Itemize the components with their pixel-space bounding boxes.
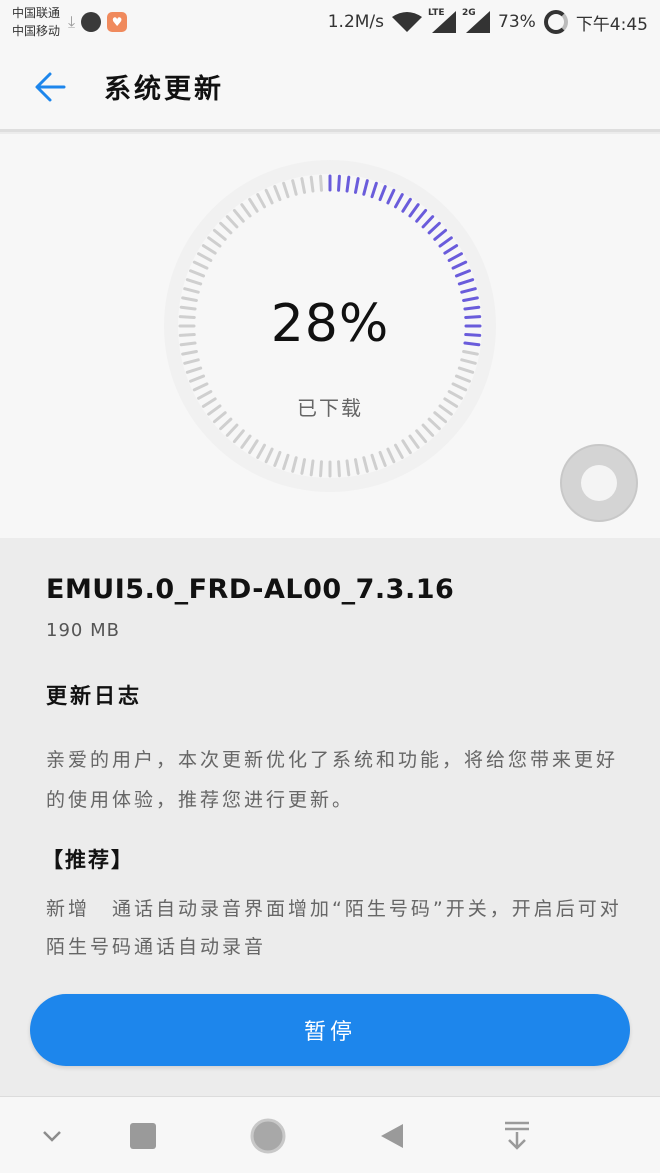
progress-label: 已下载 [297,396,363,420]
changelog-title: 更新日志 [46,684,142,708]
dial-tick [345,459,351,477]
dial-tick [337,460,341,478]
square-icon[interactable] [123,1117,163,1155]
app-heart-icon: ♥ [107,12,128,32]
back-triangle-icon[interactable] [372,1117,412,1155]
toolbar: 系统更新 [0,44,660,132]
navigation-bar [0,1096,660,1173]
notification-drawer-icon[interactable] [497,1117,537,1155]
page-title: 系统更新 [104,74,224,105]
status-right: 1.2M/s LTE 2G 73% 下午4:45 [327,8,648,35]
dial-tick-filled [337,174,341,192]
download-progress-area: 28% 已下载 [0,134,660,538]
signal-lte-icon: LTE [428,8,457,33]
dial-tick [309,459,315,477]
download-icon: ⤓ [68,12,76,31]
arrow-left-icon[interactable] [30,67,70,107]
progress-percent: 28% [270,294,390,354]
battery-percent: 73% [498,12,536,32]
carrier-info: 中国联通 中国移动 [12,4,60,40]
recommend-body: 新增 通话自动录音界面增加“陌生号码”开关，开启后可对陌生号码通话自动录音 [46,898,622,958]
carrier-2: 中国移动 [12,24,61,38]
app-round-icon [81,12,102,32]
dial-tick [309,175,315,193]
changelog-body: 亲爱的用户，本次更新优化了系统和功能，将给您带来更好的使用体验，推荐您进行更新。 [46,749,619,811]
status-bar: 中国联通 中国移动 ⤓ ♥ 1.2M/s LTE 2G 73% 下午4:45 [0,0,660,44]
dial-tick [319,174,323,192]
carrier-1: 中国联通 [12,6,61,20]
chevron-down-icon[interactable] [32,1117,72,1155]
signal-2g-icon: 2G [462,8,491,33]
notification-icons: ⤓ ♥ [68,12,128,32]
package-size: 190 MB [46,620,120,641]
floating-navigation-ball[interactable] [560,444,638,522]
network-speed: 1.2M/s [327,12,385,32]
recommend-title: 【推荐】 [42,848,134,872]
version-name: EMUI5.0_FRD-AL00_7.3.16 [46,574,455,605]
dial-tick [319,460,323,478]
battery-icon [543,10,568,34]
clock: 下午4:45 [575,14,648,35]
wifi-icon [392,12,423,32]
floating-ball-center [581,465,617,501]
dial-tick-filled [345,175,351,193]
pause-button[interactable]: 暂停 [30,994,630,1066]
home-circle-icon[interactable] [248,1117,288,1155]
